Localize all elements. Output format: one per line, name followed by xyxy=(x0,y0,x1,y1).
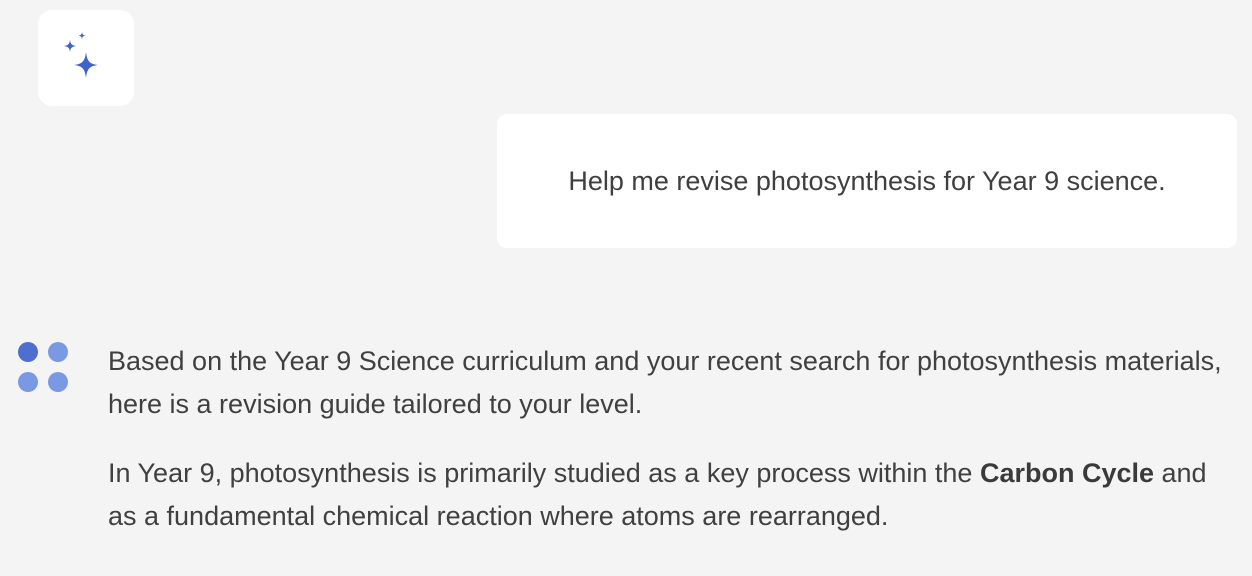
avatar-dot xyxy=(48,372,68,392)
avatar-dot xyxy=(18,342,38,362)
assistant-sparkle-button[interactable] xyxy=(38,10,134,106)
avatar-dot xyxy=(48,342,68,362)
user-message-text: Help me revise photosynthesis for Year 9… xyxy=(568,165,1166,196)
avatar-dot xyxy=(18,372,38,392)
sparkle-icon xyxy=(64,32,98,78)
assistant-text: In Year 9, photosynthesis is primarily s… xyxy=(108,458,980,488)
assistant-message: Based on the Year 9 Science curriculum a… xyxy=(108,340,1228,564)
assistant-paragraph: Based on the Year 9 Science curriculum a… xyxy=(108,346,1222,419)
bold-term: Carbon Cycle xyxy=(979,458,1155,488)
chat-window: Help me revise photosynthesis for Year 9… xyxy=(0,0,1252,576)
dots-avatar-icon xyxy=(18,342,70,394)
user-message-bubble: Help me revise photosynthesis for Year 9… xyxy=(497,114,1237,248)
assistant-paragraph: In Year 9, photosynthesis is primarily s… xyxy=(108,452,1228,538)
